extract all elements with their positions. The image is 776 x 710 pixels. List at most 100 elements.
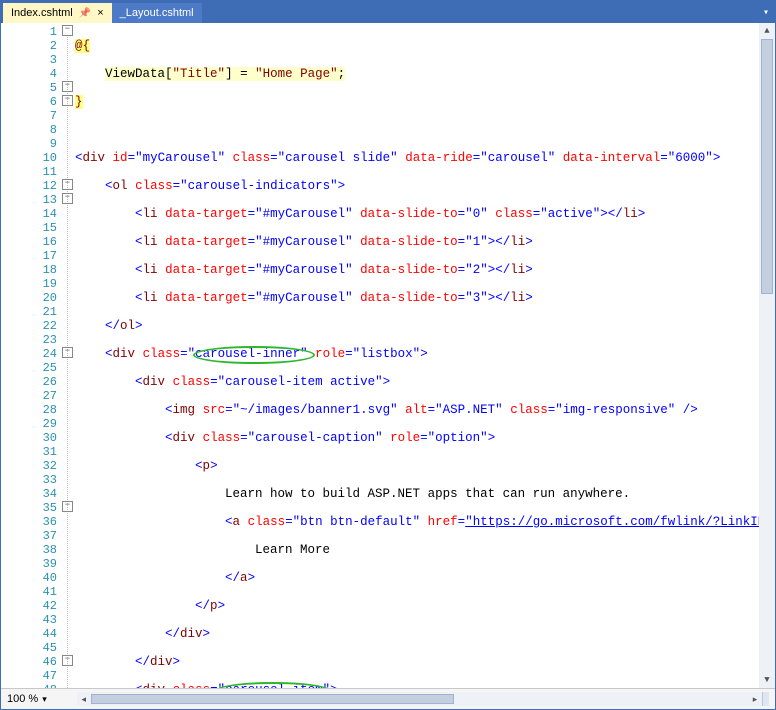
- code-text: "btn btn-default": [293, 515, 421, 529]
- code-text: "~/images/banner1.svg": [233, 403, 398, 417]
- code-text: "#myCarousel": [255, 263, 353, 277]
- line-number: 16: [1, 235, 57, 249]
- code-text: class: [203, 431, 241, 445]
- code-text: "carousel": [480, 151, 555, 165]
- line-number: 38: [1, 543, 57, 557]
- code-text: "3": [465, 291, 488, 305]
- line-number: 7: [1, 109, 57, 123]
- fold-column: − − − − − − − −: [61, 23, 75, 688]
- fold-toggle[interactable]: −: [62, 193, 73, 204]
- code-text: "0": [465, 207, 488, 221]
- fold-toggle[interactable]: −: [62, 95, 73, 106]
- code-text: "myCarousel": [135, 151, 225, 165]
- hscroll-thumb[interactable]: [91, 694, 454, 704]
- code-text: class: [173, 683, 211, 688]
- tab-label: Index.cshtml: [11, 7, 73, 19]
- horizontal-scrollbar[interactable]: ◂ ▸: [77, 692, 769, 706]
- pin-icon[interactable]: 📌: [79, 8, 91, 19]
- code-text: href: [428, 515, 458, 529]
- code-text: data-target: [165, 291, 248, 305]
- code-text: ol: [113, 179, 128, 193]
- scroll-thumb[interactable]: [761, 39, 773, 294]
- scroll-right-icon[interactable]: ▸: [748, 692, 762, 706]
- line-number: 12: [1, 179, 57, 193]
- fold-toggle[interactable]: −: [62, 655, 73, 666]
- code-text: ViewData: [105, 67, 165, 81]
- line-number: 47: [1, 669, 57, 683]
- line-number: 46: [1, 655, 57, 669]
- code-text: "#myCarousel": [255, 291, 353, 305]
- code-text: li: [510, 263, 525, 277]
- code-text: "carousel-inner": [188, 347, 308, 361]
- code-text: Learn how to build ASP.NET apps that can…: [225, 487, 630, 501]
- code-text: class: [135, 179, 173, 193]
- code-text: class: [173, 375, 211, 389]
- scroll-left-icon[interactable]: ◂: [77, 692, 91, 706]
- line-number: 8: [1, 123, 57, 137]
- code-text: a: [233, 515, 241, 529]
- zoom-dropdown-icon[interactable]: ▾: [42, 694, 47, 705]
- line-number: 19: [1, 277, 57, 291]
- code-text: class: [495, 207, 533, 221]
- code-text: li: [623, 207, 638, 221]
- code-text: class: [510, 403, 548, 417]
- line-number: 48: [1, 683, 57, 688]
- code-text: div: [143, 375, 166, 389]
- line-number: 42: [1, 599, 57, 613]
- line-number: 3: [1, 53, 57, 67]
- line-number: 33: [1, 473, 57, 487]
- line-number: 11: [1, 165, 57, 179]
- line-number: 30: [1, 431, 57, 445]
- editor-window: Index.cshtml 📌 × _Layout.cshtml ▾ 123456…: [0, 0, 776, 710]
- line-number-gutter: 1234567891011121314151617181920212223242…: [1, 23, 61, 688]
- tab-overflow-button[interactable]: ▾: [757, 3, 775, 23]
- code-text: a: [240, 571, 248, 585]
- code-text: role: [315, 347, 345, 361]
- code-text: "#myCarousel": [255, 235, 353, 249]
- line-number: 5: [1, 81, 57, 95]
- splitter-handle[interactable]: [762, 692, 769, 706]
- fold-toggle[interactable]: −: [62, 81, 73, 92]
- line-number: 31: [1, 445, 57, 459]
- fold-toggle[interactable]: −: [62, 347, 73, 358]
- tab-strip: Index.cshtml 📌 × _Layout.cshtml ▾: [1, 1, 775, 23]
- code-text: "img-responsive": [555, 403, 675, 417]
- fold-toggle[interactable]: −: [62, 501, 73, 512]
- code-text: "ASP.NET": [435, 403, 503, 417]
- line-number: 23: [1, 333, 57, 347]
- code-text: data-target: [165, 207, 248, 221]
- line-number: 4: [1, 67, 57, 81]
- line-number: 43: [1, 613, 57, 627]
- code-text: Learn More: [255, 543, 330, 557]
- scroll-up-icon[interactable]: ▲: [759, 23, 775, 39]
- code-text: class: [248, 515, 286, 529]
- code-text: div: [143, 683, 166, 688]
- razor-close: }: [75, 95, 83, 109]
- code-text: div: [113, 347, 136, 361]
- code-editor[interactable]: 1234567891011121314151617181920212223242…: [1, 23, 775, 688]
- vertical-scrollbar[interactable]: ▲ ▼: [759, 23, 775, 688]
- code-text: "Title": [173, 67, 226, 81]
- tab-label: _Layout.cshtml: [120, 7, 194, 19]
- razor-open: @{: [75, 39, 90, 53]
- line-number: 40: [1, 571, 57, 585]
- code-text: li: [143, 235, 158, 249]
- close-icon[interactable]: ×: [97, 7, 103, 19]
- line-number: 20: [1, 291, 57, 305]
- line-number: 17: [1, 249, 57, 263]
- scroll-down-icon[interactable]: ▼: [759, 672, 775, 688]
- code-text: div: [173, 431, 196, 445]
- fold-toggle[interactable]: −: [62, 25, 73, 36]
- code-text: id: [113, 151, 128, 165]
- code-text: p: [203, 459, 211, 473]
- tab-index-cshtml[interactable]: Index.cshtml 📌 ×: [3, 3, 112, 23]
- code-area[interactable]: @{ ViewData["Title"] = "Home Page"; } <d…: [75, 23, 759, 688]
- hscroll-track[interactable]: [91, 692, 748, 706]
- code-text: "#myCarousel": [255, 207, 353, 221]
- code-text: data-slide-to: [360, 235, 458, 249]
- line-number: 24: [1, 347, 57, 361]
- scroll-track[interactable]: [759, 39, 775, 672]
- fold-toggle[interactable]: −: [62, 179, 73, 190]
- tab-layout-cshtml[interactable]: _Layout.cshtml: [112, 3, 202, 23]
- line-number: 9: [1, 137, 57, 151]
